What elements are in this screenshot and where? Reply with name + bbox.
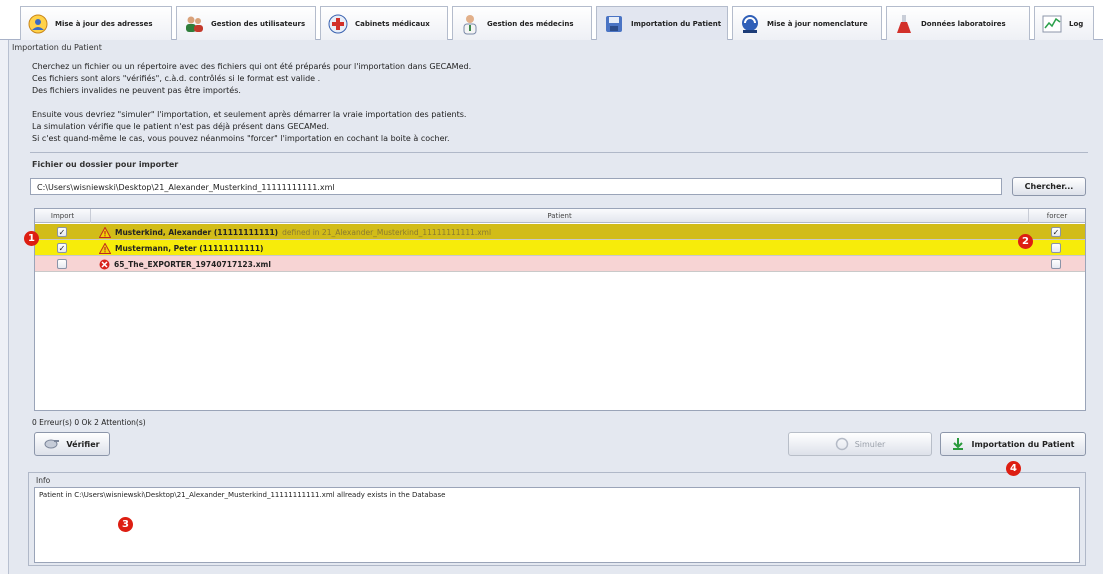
simulate-icon: [835, 437, 848, 451]
tab-log[interactable]: Log: [1034, 6, 1094, 40]
simulate-button[interactable]: Simuler: [788, 432, 932, 456]
column-header-force[interactable]: forcer: [1029, 209, 1085, 223]
force-checkbox[interactable]: ✓: [1051, 224, 1061, 240]
warning-icon: [99, 242, 111, 254]
tab-lab-data[interactable]: Données laboratoires: [886, 6, 1030, 40]
patient-note: defined in 21_Alexander_Musterkind_11111…: [282, 227, 492, 237]
verify-button[interactable]: Vérifier: [34, 432, 110, 456]
patient-cell: Mustermann, Peter (11111111111): [99, 240, 263, 256]
info-textarea[interactable]: Patient in C:\Users\wisniewski\Desktop\2…: [34, 487, 1080, 563]
patient-name: Mustermann, Peter (11111111111): [115, 243, 264, 253]
patient-table: Import Patient forcer ✓ Musterkind, Alex…: [34, 208, 1086, 411]
description: Cherchez un fichier ou un répertoire ave…: [32, 61, 471, 145]
table-header: Import Patient forcer: [35, 209, 1085, 223]
download-icon: [953, 438, 964, 450]
table-row[interactable]: 65_The_EXPORTER_19740717123.xml: [35, 256, 1085, 272]
description-line: Si c'est quand-même le cas, vous pouvez …: [32, 134, 450, 143]
address-update-icon: [27, 13, 49, 35]
column-header-import[interactable]: Import: [35, 209, 91, 223]
tab-bar: Mise à jour des adresses Gestion des uti…: [0, 0, 1103, 40]
info-label: Info: [36, 476, 51, 485]
marker-badge: 3: [118, 517, 133, 532]
error-icon: [99, 259, 110, 269]
log-chart-icon: [1041, 13, 1063, 35]
table-row[interactable]: ✓ Musterkind, Alexander (11111111111) de…: [35, 224, 1085, 240]
file-path-field[interactable]: C:\Users\wisniewski\Desktop\21_Alexander…: [30, 178, 1002, 195]
patient-cell: 65_The_EXPORTER_19740717123.xml: [99, 256, 271, 272]
warning-icon: [99, 226, 111, 238]
import-checkbox[interactable]: ✓: [57, 224, 67, 240]
browse-button[interactable]: Chercher...: [1012, 177, 1086, 196]
column-header-patient[interactable]: Patient: [91, 209, 1029, 223]
description-line: Ensuite vous devriez "simuler" l'importa…: [32, 110, 467, 119]
import-checkbox[interactable]: [57, 256, 67, 272]
import-button[interactable]: Importation du Patient: [940, 432, 1086, 456]
tab-doctors[interactable]: Gestion des médecins: [452, 6, 592, 40]
marker-badge: 1: [24, 231, 39, 246]
description-line: Ces fichiers sont alors "vérifiés", c.à.…: [32, 74, 321, 83]
force-checkbox[interactable]: [1051, 256, 1061, 272]
patient-name: 65_The_EXPORTER_19740717123.xml: [114, 259, 271, 269]
patient-name: Musterkind, Alexander (11111111111): [115, 227, 279, 237]
medical-office-icon: [327, 13, 349, 35]
force-checkbox[interactable]: [1051, 240, 1061, 256]
patient-cell: Musterkind, Alexander (11111111111) defi…: [99, 224, 491, 240]
tab-nomenclature[interactable]: Mise à jour nomenclature: [732, 6, 882, 40]
users-icon: [183, 13, 205, 35]
tab-patient-import[interactable]: Importation du Patient: [596, 6, 728, 40]
description-line: Des fichiers invalides ne peuvent pas êt…: [32, 86, 241, 95]
import-checkbox[interactable]: ✓: [57, 240, 67, 256]
tab-medical-offices[interactable]: Cabinets médicaux: [320, 6, 448, 40]
marker-badge: 2: [1018, 234, 1033, 249]
table-row[interactable]: ✓ Mustermann, Peter (11111111111): [35, 240, 1085, 256]
status-summary: 0 Erreur(s) 0 Ok 2 Attention(s): [32, 418, 146, 427]
file-section-label: Fichier ou dossier pour importer: [32, 160, 179, 169]
panel-title: Importation du Patient: [12, 43, 102, 52]
lab-flask-icon: [893, 13, 915, 35]
tab-users[interactable]: Gestion des utilisateurs: [176, 6, 316, 40]
marker-badge: 4: [1006, 461, 1021, 476]
verify-icon: [44, 439, 60, 449]
doctor-icon: [459, 13, 481, 35]
tab-address-update[interactable]: Mise à jour des adresses: [20, 6, 172, 40]
nomenclature-icon: [739, 13, 761, 35]
separator: [30, 152, 1088, 153]
import-disk-icon: [603, 13, 625, 35]
description-line: Cherchez un fichier ou un répertoire ave…: [32, 62, 472, 71]
description-line: La simulation vérifie que le patient n'e…: [32, 122, 330, 131]
